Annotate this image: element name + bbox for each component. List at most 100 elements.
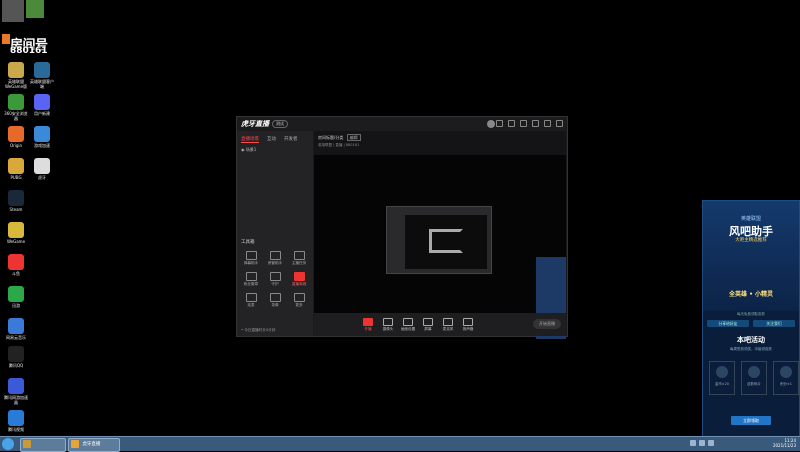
tool-item[interactable]: 直播商城 <box>287 272 311 287</box>
control-button[interactable]: 画面设置 <box>398 317 418 332</box>
recycle-bin-icon[interactable] <box>2 0 24 22</box>
desktop-icon[interactable]: 网易云音乐 <box>3 318 29 340</box>
skin-icon[interactable] <box>496 120 503 127</box>
eye-icon[interactable]: ◉ <box>241 147 245 152</box>
panel-tabs: 直播场景 互动 开发者 <box>237 131 313 143</box>
tool-label: 粉丝徽章 <box>243 282 259 286</box>
ad-tag: 大吧主精选推荐 <box>735 238 767 243</box>
reward-item[interactable]: 皮肤碎片 <box>741 361 767 395</box>
tool-item[interactable]: 更多 <box>287 293 311 308</box>
desktop-icon[interactable]: 360安全浏览器 <box>3 94 29 121</box>
control-button[interactable]: 扬声器 <box>458 317 478 332</box>
start-stream-button[interactable]: 开始直播 <box>533 319 561 329</box>
desktop-icon[interactable]: 腾讯网游加速器 <box>3 378 29 405</box>
tool-item[interactable]: 连麦 <box>239 293 263 308</box>
maximize-icon[interactable] <box>544 120 551 127</box>
control-icon <box>403 317 413 326</box>
control-label: 屏幕 <box>424 326 432 331</box>
desktop-icon-label: 腾讯网游加速器 <box>4 395 28 405</box>
menu-icon[interactable] <box>520 120 527 127</box>
desktop-icon[interactable]: WeGame <box>3 222 29 244</box>
ad-banner[interactable]: 英雄联盟 风吧助手 大吧主精选推荐 全英雄 • 小精灵 <box>703 201 799 311</box>
desktop-icon[interactable]: 用户新建 <box>29 94 55 116</box>
follow-button[interactable]: 关注我们 <box>753 320 795 327</box>
browser-icon <box>8 94 24 110</box>
version-badge[interactable]: 测试 <box>272 120 288 128</box>
desktop-icon[interactable]: Steam <box>3 190 29 212</box>
tool-label: 房管助手 <box>267 261 283 265</box>
origin-icon <box>8 126 24 142</box>
clock[interactable]: 11:24 2021/11/23 <box>773 438 796 448</box>
app-logo: 虎牙直播 <box>241 120 269 128</box>
desktop-icon[interactable]: 游戏加速 <box>29 126 55 148</box>
claim-button[interactable]: 立即领取 <box>731 416 771 425</box>
tab-scenes[interactable]: 直播场景 <box>241 136 259 143</box>
reward-item[interactable]: 金币×20 <box>709 361 735 395</box>
control-button[interactable]: 摄像头 <box>378 317 398 332</box>
desktop-icon[interactable]: Origin <box>3 126 29 148</box>
desktop-icon-label: 游戏加速 <box>34 143 50 148</box>
ad-buttons: 分享给好友 关注我们 <box>707 320 795 327</box>
desktop-icon-label: PUBG <box>10 175 22 180</box>
activity-title: 本吧活动 <box>737 336 765 344</box>
tool-item[interactable]: 粉丝徽章 <box>239 272 263 287</box>
desktop-icon[interactable]: 英雄联盟WeGame版 <box>3 62 29 89</box>
reward-item[interactable]: 积分×1 <box>773 361 799 395</box>
tool-item[interactable]: 弹幕助手 <box>239 251 263 266</box>
control-button[interactable]: 开播 <box>358 317 378 332</box>
tool-label: 主播任务 <box>291 261 307 265</box>
taskbar-app-icon <box>23 439 31 448</box>
stream-preview[interactable] <box>314 155 566 339</box>
room-info: 房间标题/分类 编辑 <box>318 134 361 141</box>
avatar[interactable] <box>487 120 495 128</box>
scene-item[interactable]: ◉ 场景1 <box>237 143 313 157</box>
tool-item[interactable]: 守护 <box>263 272 287 287</box>
stream-duration-tip: • 今日直播时长0分钟 <box>241 328 276 332</box>
desktop-icon[interactable]: PUBG <box>3 158 29 180</box>
network-icon[interactable] <box>690 440 696 446</box>
mail-icon[interactable] <box>508 120 515 127</box>
ad-panel: 英雄联盟 风吧助手 大吧主精选推荐 全英雄 • 小精灵 每天免费领取皮肤 分享给… <box>702 200 800 438</box>
ad-small-brand: 英雄联盟 <box>740 216 761 222</box>
tab-developer[interactable]: 开发者 <box>284 136 298 143</box>
desktop-icon[interactable]: 英雄联盟客户端 <box>29 62 55 89</box>
tool-label: 守护 <box>271 282 279 286</box>
control-icon <box>383 317 393 326</box>
accelerator-icon <box>34 126 50 142</box>
streamer-watermark: 房间号 880161 <box>0 0 60 60</box>
tool-icon <box>293 272 305 281</box>
close-icon[interactable] <box>556 120 563 127</box>
tool-item[interactable]: 房管助手 <box>263 251 287 266</box>
tool-icon <box>293 293 305 302</box>
control-label: 开播 <box>364 326 372 331</box>
tool-icon <box>245 251 257 260</box>
taskbar: 虎牙直播 11:24 2021/11/23 <box>0 436 800 452</box>
desktop-icon[interactable]: 虎牙 <box>29 158 55 180</box>
desktop-icon-label: 英雄联盟WeGame版 <box>4 79 28 89</box>
tool-item[interactable]: 录像 <box>263 293 287 308</box>
desktop-icon-label: 英雄联盟客户端 <box>30 79 54 89</box>
reward-icon <box>748 366 760 378</box>
folder-icon[interactable] <box>2 34 10 44</box>
desktop-icon[interactable]: 腾讯视频 <box>3 410 29 432</box>
edit-badge[interactable]: 编辑 <box>346 134 361 141</box>
tool-item[interactable]: 主播任务 <box>287 251 311 266</box>
app-icon[interactable] <box>26 0 44 18</box>
desktop-icon-label: 网易云音乐 <box>6 335 26 340</box>
control-button[interactable]: 麦克风 <box>438 317 458 332</box>
start-button[interactable] <box>2 438 14 450</box>
wegame-icon <box>8 222 24 238</box>
steam-icon <box>8 190 24 206</box>
desktop-icon[interactable]: 斗鱼 <box>3 254 29 276</box>
minimize-icon[interactable] <box>532 120 539 127</box>
volume-icon[interactable] <box>699 440 705 446</box>
ad-promo: 全英雄 • 小精灵 <box>728 291 773 298</box>
ime-icon[interactable] <box>708 440 714 446</box>
control-button[interactable]: 屏幕 <box>418 317 438 332</box>
tab-interact[interactable]: 互动 <box>267 136 276 143</box>
netease-icon <box>8 318 24 334</box>
activity-items: 金币×20 皮肤碎片 积分×1 <box>709 361 799 395</box>
share-button[interactable]: 分享给好友 <box>707 320 749 327</box>
desktop-icon[interactable]: 腾讯QQ <box>3 346 29 368</box>
desktop-icon[interactable]: 迅游 <box>3 286 29 308</box>
